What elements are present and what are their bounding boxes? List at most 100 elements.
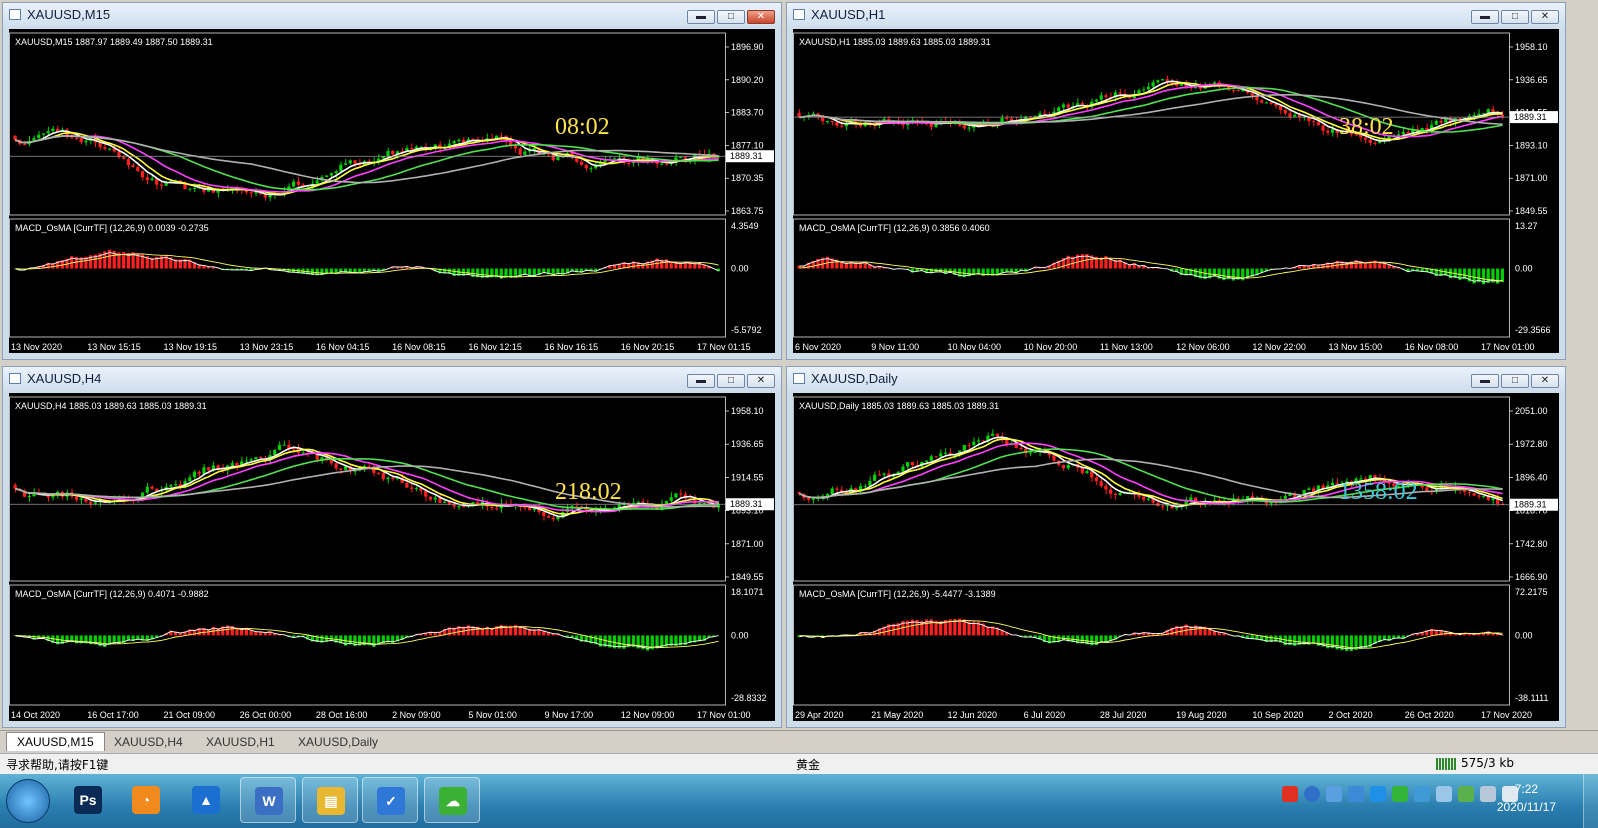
macd-line (15, 252, 719, 278)
maximize-button[interactable]: □ (717, 374, 745, 388)
shield-icon[interactable] (1414, 786, 1430, 802)
price-tick-label: 1883.70 (731, 108, 764, 118)
tab-xauusd-daily[interactable]: XAUUSD,Daily (288, 733, 388, 751)
time-axis-label: 29 Apr 2020 (795, 710, 844, 720)
security-icon[interactable] (1458, 786, 1474, 802)
chart-window[interactable]: XAUUSD,Daily ▬ □ ✕ 2051.00 1972.80 1896.40… (786, 366, 1566, 728)
photoshop-icon: Ps (74, 786, 102, 814)
chart-area[interactable]: 2051.001972.801896.401818.701742.801666.… (793, 393, 1559, 721)
moving-average-line (799, 94, 1503, 125)
taskbar-app-photoshop[interactable]: Ps (60, 777, 116, 823)
close-button[interactable]: ✕ (747, 10, 775, 24)
minimize-button[interactable]: ▬ (687, 374, 715, 388)
candle-body (551, 154, 555, 161)
clock[interactable]: 7:22 2020/11/17 (1497, 780, 1556, 816)
minimize-button[interactable]: ▬ (687, 10, 715, 24)
price-tick-label: 1870.35 (731, 173, 764, 183)
chart-window[interactable]: XAUUSD,M15 ▬ □ ✕ 1896.90 1890.20 1883.70 18… (2, 2, 782, 360)
candle-body (1373, 142, 1377, 144)
minimize-button[interactable]: ▬ (1471, 10, 1499, 24)
taskbar-app-mt4[interactable]: ▲ (178, 777, 234, 823)
window-title: XAUUSD,M15 (27, 7, 111, 22)
moving-average-line (799, 81, 1503, 141)
candle-body (409, 147, 414, 150)
candle-body (1250, 92, 1254, 96)
time-axis-label: 16 Nov 08:00 (1405, 342, 1459, 352)
time-axis-label: 16 Nov 08:15 (392, 342, 446, 352)
price-tick-label: 1896.90 (731, 42, 764, 52)
candle-body (868, 480, 872, 486)
candle-body (315, 180, 319, 184)
candle-body (348, 160, 352, 164)
signal-icon[interactable] (1436, 786, 1452, 802)
profile-name: 黄金 (796, 758, 821, 772)
bar-countdown-timer: 1358:02 (1339, 479, 1418, 505)
maximize-button[interactable]: □ (1501, 10, 1529, 24)
price-chart[interactable]: 2051.001972.801896.401818.701742.801666.… (793, 393, 1561, 723)
close-button[interactable]: ✕ (1531, 374, 1559, 388)
candle-body (1104, 485, 1108, 490)
symbol-info-label: XAUUSD,Daily 1885.03 1889.63 1885.03 188… (799, 401, 999, 411)
candle-body (433, 497, 437, 500)
maximize-button[interactable]: □ (717, 10, 745, 24)
taskbar-app-wechat[interactable]: ☁ (424, 777, 480, 823)
wechat-tray-icon[interactable] (1392, 786, 1408, 802)
chart-window[interactable]: XAUUSD,H4 ▬ □ ✕ 1958.10 1936.65 1914.55 189… (2, 366, 782, 728)
candle-body (1477, 113, 1481, 116)
taskbar-app-document[interactable]: W (240, 777, 296, 823)
candle-body (1283, 109, 1287, 114)
chart-area[interactable]: 1958.101936.651914.551893.101871.001849.… (9, 393, 775, 721)
time-axis-label: 17 Nov 2020 (1481, 710, 1532, 720)
candle-body (1179, 83, 1184, 86)
candle-body (991, 433, 995, 436)
close-button[interactable]: ✕ (1531, 10, 1559, 24)
candle-body (1434, 120, 1438, 125)
candle-body (334, 171, 338, 174)
price-chart[interactable]: 1896.90 1890.20 1883.70 1877.10 1870.35 1863.… (9, 29, 777, 355)
keyboard-icon[interactable] (1326, 786, 1342, 802)
candle-body (428, 496, 433, 500)
taskbar-app-folder[interactable]: ▤ (302, 777, 358, 823)
window-titlebar[interactable]: XAUUSD,H4 ▬ □ ✕ (3, 367, 781, 391)
network-icon[interactable] (1348, 786, 1364, 802)
help-icon[interactable] (1304, 786, 1320, 802)
price-chart[interactable]: 1958.101936.651914.551893.101871.001849.… (9, 393, 777, 723)
maximize-button[interactable]: □ (1501, 374, 1529, 388)
candle-body (27, 496, 31, 498)
show-desktop-button[interactable] (1583, 774, 1598, 828)
macd-tick-label: 72.2175 (1515, 587, 1548, 597)
price-chart[interactable]: 1958.101936.651914.551893.101871.001849.… (793, 29, 1561, 355)
candle-body (1269, 102, 1273, 105)
time-axis-label: 21 May 2020 (871, 710, 923, 720)
candle-body (1245, 496, 1250, 499)
time-axis-label: 16 Nov 12:15 (468, 342, 522, 352)
close-button[interactable]: ✕ (747, 374, 775, 388)
chart-area[interactable]: 1896.90 1890.20 1883.70 1877.10 1870.35 1863.… (9, 29, 775, 353)
tab-xauusd-m15[interactable]: XAUUSD,M15 (6, 732, 105, 751)
tab-xauusd-h1[interactable]: XAUUSD,H1 (196, 733, 285, 751)
candle-body (1491, 498, 1495, 501)
cloud-icon[interactable] (1370, 786, 1386, 802)
taskbar-app-chat[interactable]: ✓ (362, 777, 418, 823)
window-titlebar[interactable]: XAUUSD,Daily ▬ □ ✕ (787, 367, 1565, 391)
chart-area[interactable]: 1958.101936.651914.551893.101871.001849.… (793, 29, 1559, 353)
minimize-button[interactable]: ▬ (1471, 374, 1499, 388)
time-axis-label: 9 Nov 17:00 (545, 710, 594, 720)
taskbar-app-browser[interactable]: ◔ (118, 777, 174, 823)
candle-body (457, 139, 461, 142)
start-button[interactable] (6, 779, 50, 823)
window-titlebar[interactable]: XAUUSD,H1 ▬ □ ✕ (787, 3, 1565, 27)
chart-window[interactable]: XAUUSD,H1 ▬ □ ✕ 1958.101936.651914.55189… (786, 2, 1566, 360)
price-tick-label: 1863.75 (731, 206, 764, 216)
flag-icon[interactable] (1480, 786, 1496, 802)
candle-body (230, 463, 234, 466)
tab-xauusd-h4[interactable]: XAUUSD,H4 (104, 733, 193, 751)
macd-tick-label: 0.00 (731, 630, 749, 640)
window-titlebar[interactable]: XAUUSD,M15 ▬ □ ✕ (3, 3, 781, 27)
macd-indicator-label: MACD_OsMA [CurrTF] (12,26,9) 0.0039 -0.2… (15, 223, 209, 233)
price-tick-label: 1896.40 (1515, 472, 1548, 482)
candle-body (584, 164, 588, 169)
ime-icon[interactable] (1282, 786, 1298, 802)
macd-indicator-label: MACD_OsMA [CurrTF] (12,26,9) -5.4477 -3.… (799, 589, 996, 599)
candle-body (617, 157, 621, 159)
